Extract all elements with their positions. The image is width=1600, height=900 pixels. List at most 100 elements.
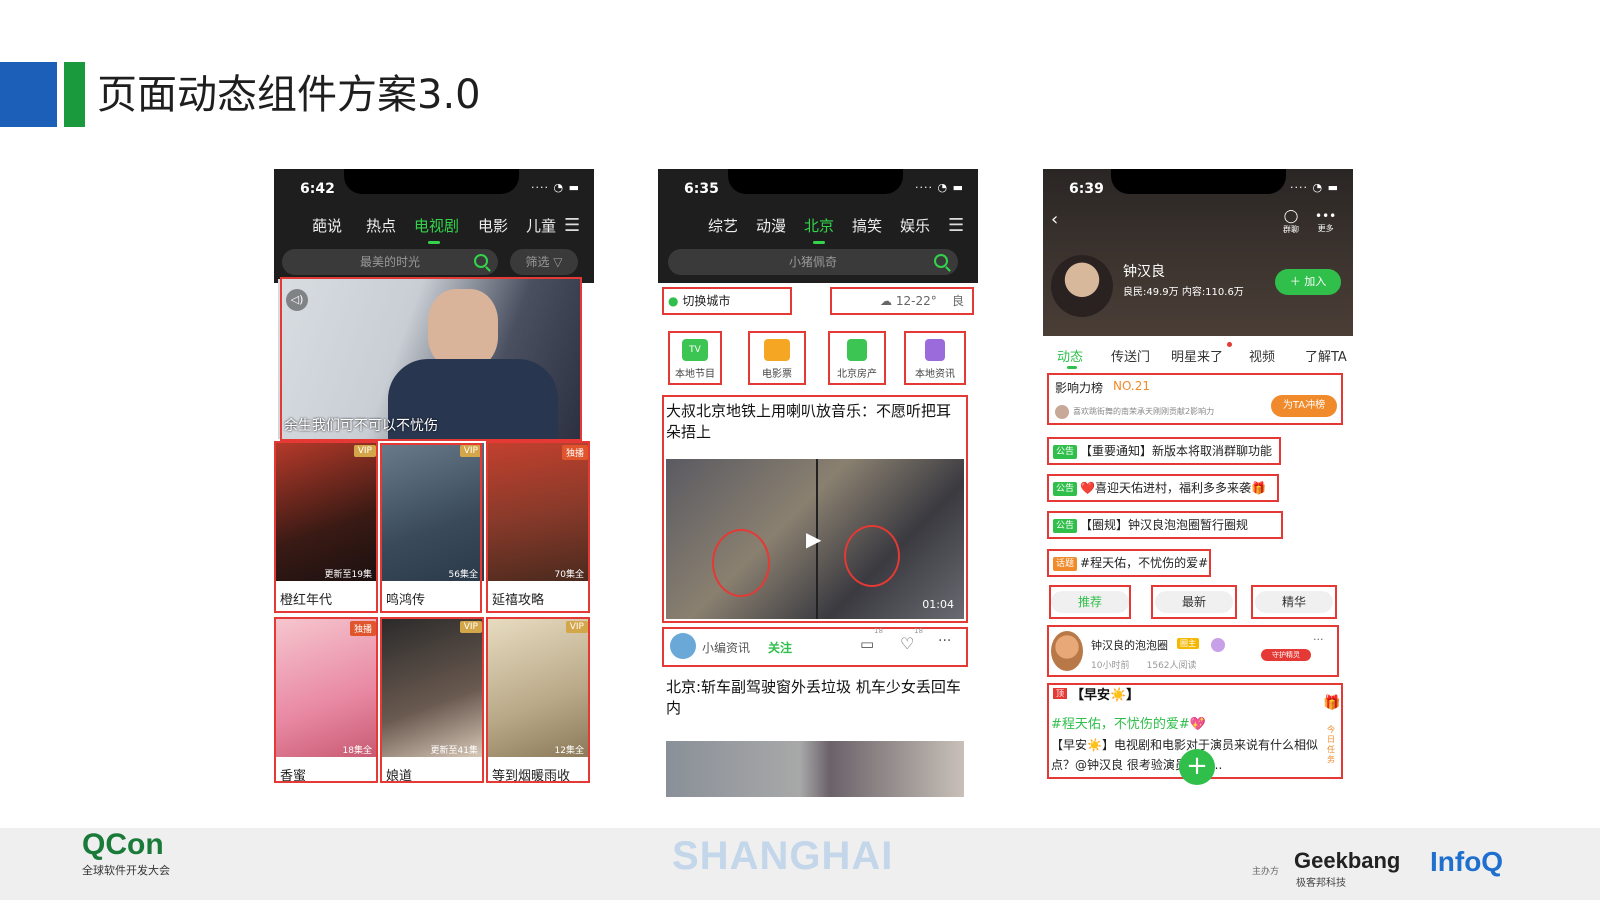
more-button[interactable]: ••• 更多 — [1315, 209, 1336, 234]
status-time: 6:39 — [1069, 181, 1104, 197]
circle-avatar[interactable] — [1051, 631, 1083, 671]
location-pin-icon: ● — [668, 294, 679, 308]
tab-star[interactable]: 明星来了 — [1171, 346, 1223, 365]
author-avatar[interactable] — [670, 633, 696, 659]
post-hashtag[interactable]: #程天佑，不忧伤的爱#💖 — [1051, 713, 1206, 732]
signal-wifi-battery-icon: ···· ◔ ▬ — [1290, 181, 1339, 194]
search-input[interactable]: 最美的时光 — [282, 249, 498, 275]
profile-avatar[interactable] — [1051, 255, 1113, 317]
channel-tabs: 葩说 热点 电视剧 电影 儿童 ☰ — [274, 207, 594, 247]
filter-best[interactable]: 精华 — [1251, 585, 1337, 619]
menu-icon[interactable]: ☰ — [948, 215, 964, 236]
more-icon[interactable]: ··· — [938, 633, 951, 649]
menu-icon[interactable]: ☰ — [564, 215, 580, 236]
level-badge-icon — [1211, 638, 1225, 652]
tab-about[interactable]: 了解TA — [1305, 346, 1347, 365]
post-more-icon[interactable]: ··· — [1313, 633, 1324, 646]
weather-widget[interactable]: ☁ 12-22° 良 — [830, 287, 974, 315]
boost-button[interactable]: 为TA冲榜 — [1271, 395, 1337, 417]
highlight-circle — [712, 529, 770, 597]
notice-text: 【圈规】钟汉良泡泡圈暂行圈规 — [1080, 518, 1249, 532]
tab-0[interactable]: 葩说 — [312, 215, 342, 236]
status-time: 6:42 — [300, 181, 335, 197]
join-button[interactable]: ＋ 加入 — [1275, 269, 1341, 295]
filter-latest[interactable]: 最新 — [1151, 585, 1237, 619]
channel-tabs: 综艺 动漫 北京 搞笑 娱乐 ☰ — [658, 207, 978, 247]
notice-item[interactable]: 公告 【重要通知】新版本将取消群聊功能 — [1047, 437, 1281, 465]
pin-tag: 顶 — [1053, 688, 1067, 699]
notice-item[interactable]: 公告 【圈规】钟汉良泡泡圈暂行圈规 — [1047, 511, 1283, 539]
profile-name: 钟汉良 — [1123, 264, 1165, 280]
gift-icon[interactable]: 🎁 — [1323, 695, 1340, 711]
infoq-logo: InfoQ — [1430, 846, 1504, 877]
organizer-label: 主办方 — [1252, 867, 1280, 877]
notice-item[interactable]: 公告 ❤️喜迎天佑进村，福利多多来袭🎁 — [1047, 474, 1279, 502]
search-icon[interactable] — [934, 254, 948, 268]
news-thumbnail[interactable] — [666, 741, 964, 797]
status-time: 6:35 — [684, 181, 719, 197]
shortcut-local-program[interactable]: TV 本地节目 — [668, 331, 722, 385]
group-chat-button[interactable]: ◯ 群聊 — [1283, 209, 1299, 235]
tab-3[interactable]: 搞笑 — [852, 215, 882, 236]
tab-active[interactable]: 北京 — [804, 215, 834, 244]
shortcut-local-news[interactable]: 本地资讯 — [904, 331, 966, 385]
tab-0[interactable]: 综艺 — [708, 215, 738, 236]
author-name[interactable]: 小编资讯 — [702, 639, 750, 656]
news-title[interactable]: 北京:斩车副驾驶窗外丢垃圾 机车少女丢回车内 — [666, 677, 964, 719]
shortcut-label: 本地资讯 — [915, 369, 955, 380]
guard-badge: 守护精灵 — [1261, 649, 1311, 661]
post-title[interactable]: 【早安☀️】 — [1071, 684, 1139, 703]
notice-text: ❤️喜迎天佑进村，福利多多来袭🎁 — [1080, 481, 1266, 495]
contributor-avatar — [1055, 405, 1069, 419]
filter-label: 最新 — [1155, 591, 1233, 613]
city-switch-label: 切换城市 — [682, 294, 731, 308]
tab-4[interactable]: 娱乐 — [900, 215, 930, 236]
create-post-button[interactable]: + — [1179, 749, 1215, 785]
comment-icon[interactable]: ▭ — [860, 635, 874, 653]
tab-3[interactable]: 电影 — [478, 215, 508, 236]
notice-tag: 公告 — [1053, 444, 1078, 459]
tab-active[interactable]: 动态 — [1057, 346, 1083, 365]
filter-label: 精华 — [1255, 591, 1333, 613]
phone-local-news: 6:35 ···· ◔ ▬ 综艺 动漫 北京 搞笑 娱乐 ☰ 小猪佩奇 ● 切换… — [658, 169, 978, 797]
tab-4[interactable]: 儿童 — [526, 215, 556, 236]
shortcut-movie-ticket[interactable]: 电影票 — [748, 331, 806, 385]
back-icon[interactable]: ‹ — [1051, 209, 1058, 230]
follow-button[interactable]: 关注 — [768, 639, 792, 656]
topic-item[interactable]: 话题 #程天佑，不忧伤的爱# — [1047, 549, 1211, 577]
play-icon[interactable]: ▶ — [806, 527, 821, 551]
city-switch[interactable]: ● 切换城市 — [662, 287, 792, 315]
comment-count: 18 — [874, 627, 883, 635]
tab-1[interactable]: 热点 — [366, 215, 396, 236]
filter-button[interactable]: 筛选 ▽ — [510, 249, 578, 275]
profile-stats: 良民:49.9万 内容:110.6万 — [1123, 287, 1244, 298]
news-video[interactable]: ▶ 01:04 — [666, 459, 964, 619]
search-placeholder: 最美的时光 — [359, 255, 420, 269]
shortcut-real-estate[interactable]: 北京房产 — [828, 331, 886, 385]
notch — [344, 169, 519, 194]
signal-wifi-battery-icon: ···· ◔ ▬ — [915, 181, 964, 194]
tab-active[interactable]: 电视剧 — [414, 215, 459, 244]
notice-tag: 公告 — [1053, 518, 1078, 533]
filter-recommend[interactable]: 推荐 — [1049, 585, 1131, 619]
phone-tv-drama: 6:42 ···· ◔ ▬ 葩说 热点 电视剧 电影 儿童 ☰ 最美的时光 筛选… — [274, 169, 594, 797]
tab-video[interactable]: 视频 — [1249, 346, 1275, 365]
search-input[interactable]: 小猪佩奇 — [668, 249, 958, 275]
tab-1[interactable]: 动漫 — [756, 215, 786, 236]
tab-portal[interactable]: 传送门 — [1111, 346, 1150, 365]
phone-fan-circle: 6:39 ···· ◔ ▬ ‹ ◯ 群聊 ••• 更多 钟汉良 良民:49.9万… — [1043, 169, 1353, 797]
qcon-logo: QCon — [82, 828, 164, 861]
component-outline — [486, 617, 590, 783]
daily-task-banner[interactable]: 今日任务 — [1327, 725, 1339, 765]
topic-text: #程天佑，不忧伤的爱# — [1080, 556, 1209, 570]
owner-tag: 圈主 — [1177, 638, 1199, 649]
notice-tag: 公告 — [1053, 481, 1078, 496]
news-title[interactable]: 大叔北京地铁上用喇叭放音乐：不愿听把耳朵捂上 — [666, 401, 964, 443]
component-outline — [380, 443, 482, 613]
like-icon[interactable]: ♡ — [900, 634, 914, 653]
slide-title: 页面动态组件方案3.0 — [97, 72, 481, 118]
shortcut-label: 电影票 — [762, 369, 792, 380]
search-icon[interactable] — [474, 254, 488, 268]
like-count: 18 — [914, 627, 923, 635]
post-author[interactable]: 钟汉良的泡泡圈 — [1091, 637, 1168, 653]
